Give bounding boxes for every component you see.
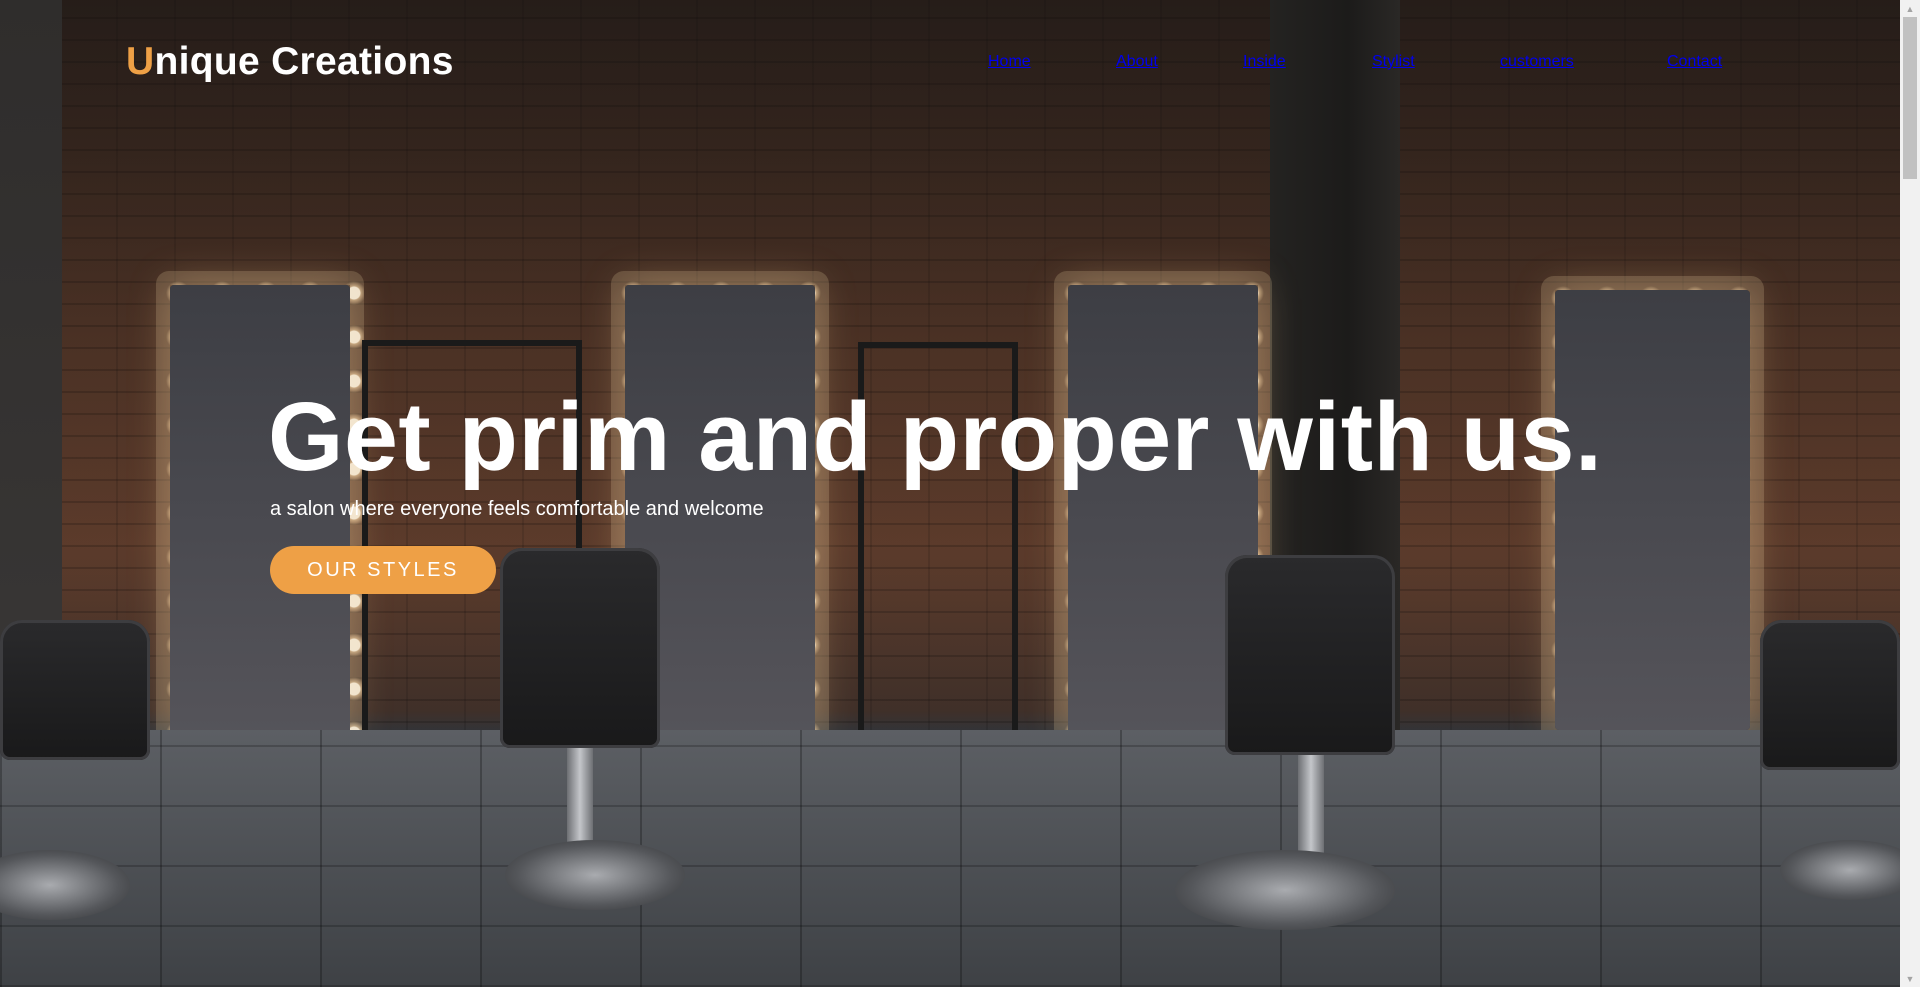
nav-link-contact[interactable]: Contact	[1667, 53, 1722, 71]
barber-chair	[1760, 620, 1900, 770]
barber-chair	[0, 620, 150, 760]
logo-text: nique Creations	[154, 40, 454, 83]
page-viewport: Unique Creations Home About Inside Styli…	[0, 0, 1920, 987]
barber-chair-post	[1298, 755, 1324, 865]
logo-accent-letter: U	[126, 40, 155, 83]
nav-link-customers[interactable]: customers	[1500, 53, 1574, 71]
hero-subheadline: a salon where everyone feels comfortable…	[270, 498, 764, 520]
scrollbar-thumb[interactable]	[1903, 17, 1917, 179]
hero-headline: Get prim and proper with us.	[268, 382, 1603, 491]
page-scrollbar[interactable]: ▲ ▼	[1900, 0, 1920, 987]
barber-chair-base	[1175, 850, 1395, 930]
barber-chair	[1225, 555, 1395, 755]
nav-link-home[interactable]: Home	[988, 53, 1031, 71]
nav-link-stylist[interactable]: Stylist	[1372, 53, 1415, 71]
scroll-up-arrow-icon[interactable]: ▲	[1900, 0, 1920, 17]
hero-background-image	[0, 0, 1900, 987]
scroll-down-arrow-icon[interactable]: ▼	[1900, 970, 1920, 987]
barber-chair	[500, 548, 660, 748]
vanity-mirror	[1555, 290, 1750, 730]
tiled-floor	[0, 730, 1900, 987]
nav-link-about[interactable]: About	[1116, 53, 1158, 71]
site-logo[interactable]: Unique Creations	[126, 40, 454, 84]
barber-chair-base	[505, 840, 685, 910]
site-header: Unique Creations Home About Inside Styli…	[0, 0, 1900, 130]
nav-link-inside[interactable]: Inside	[1243, 53, 1286, 71]
our-styles-button[interactable]: OUR STYLES	[270, 546, 496, 594]
